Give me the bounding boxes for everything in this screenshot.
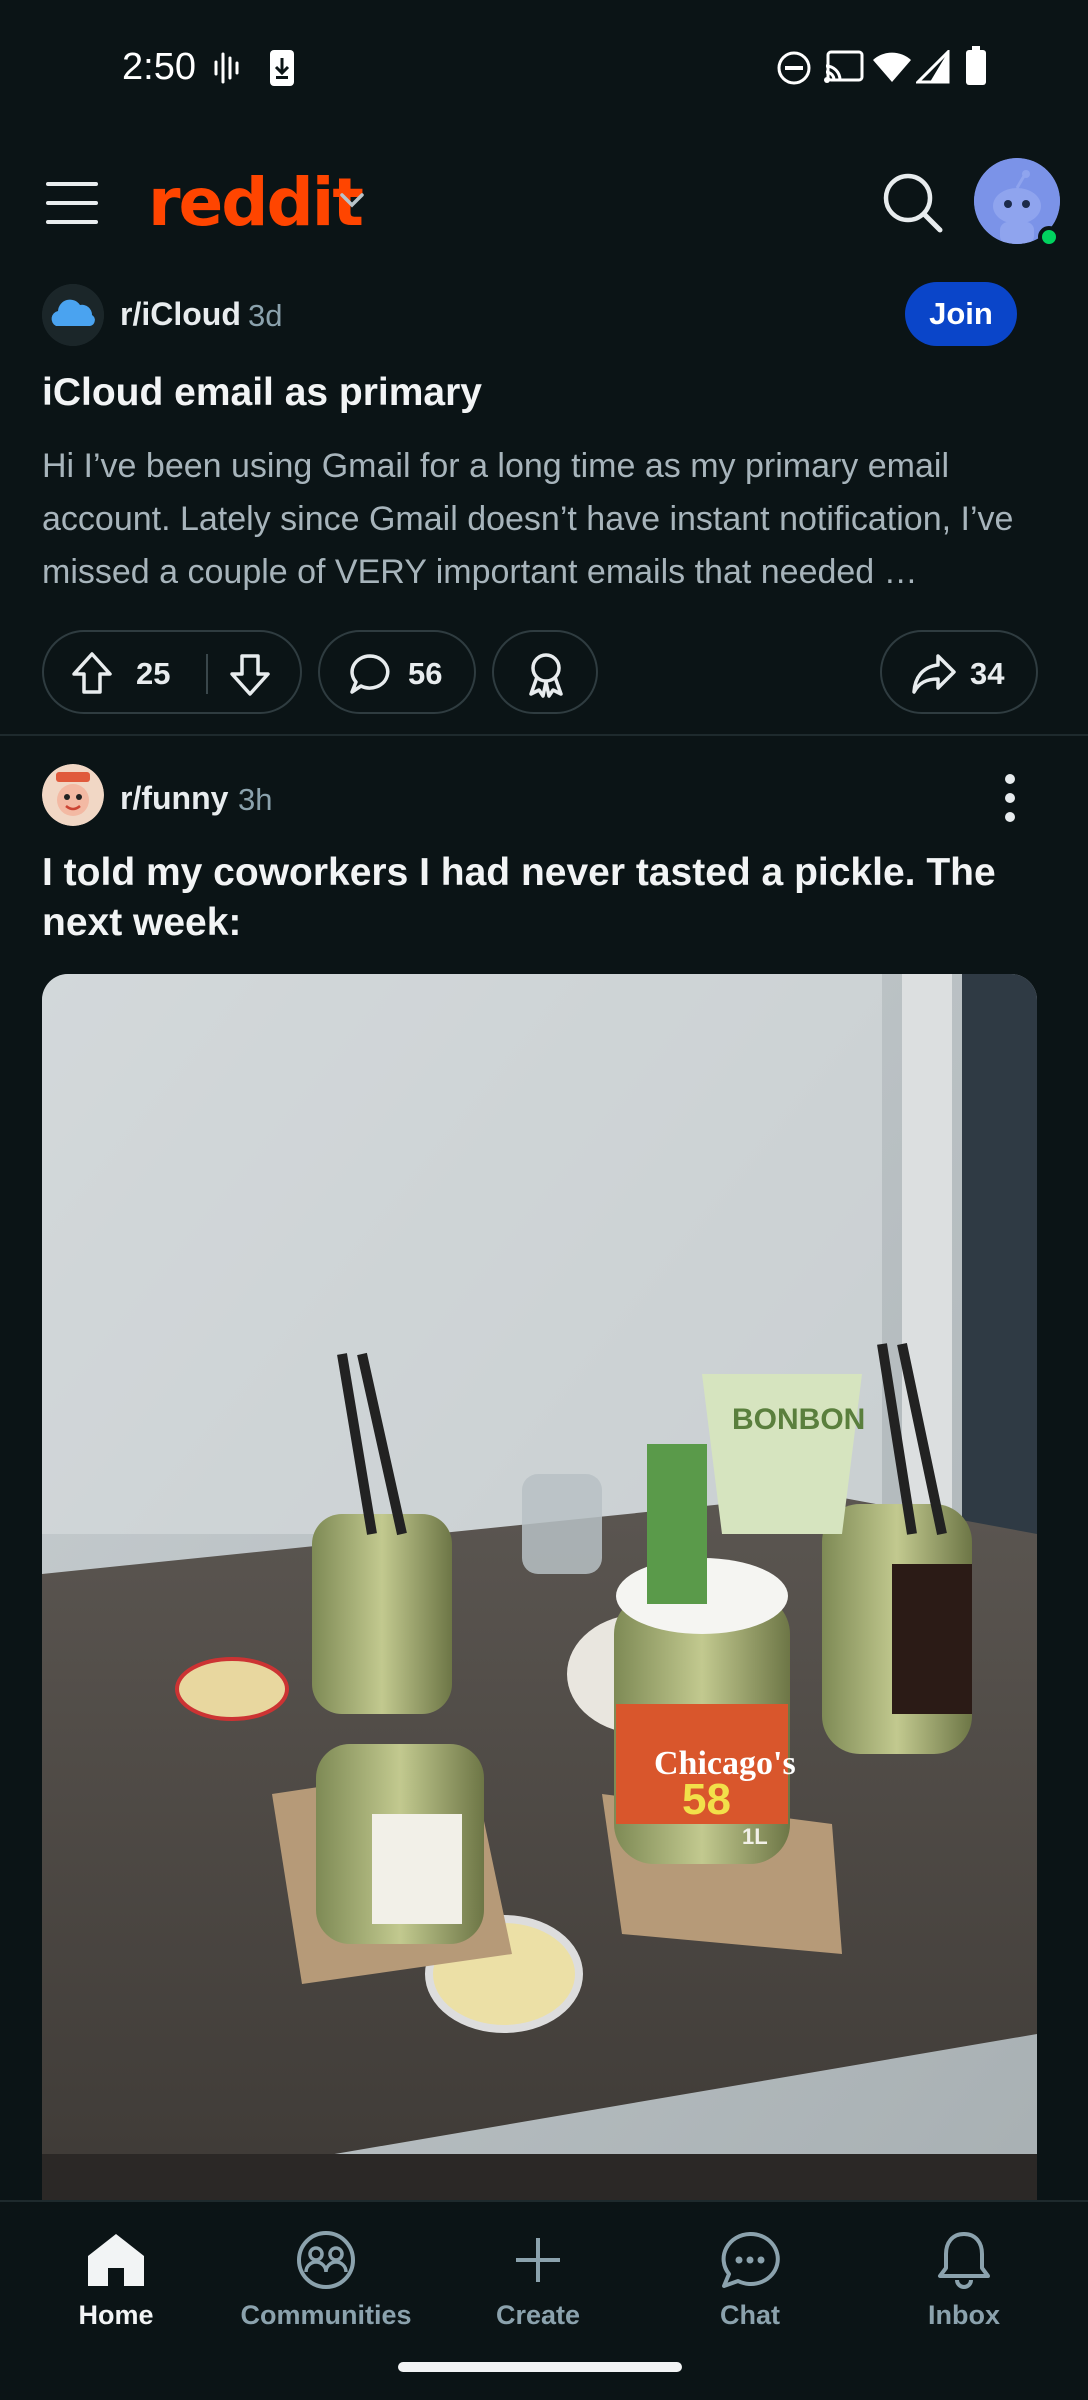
- subreddit-name[interactable]: r/iCloud: [120, 296, 241, 333]
- signal-icon: [914, 48, 950, 89]
- svg-text:BONBON: BONBON: [732, 1403, 865, 1436]
- status-time: 2:50: [122, 46, 196, 88]
- nav-inbox[interactable]: Inbox: [864, 2230, 1064, 2350]
- status-bar: 2:50: [0, 0, 1088, 130]
- vote-bar: 25: [42, 630, 302, 714]
- nav-chat[interactable]: Chat: [650, 2230, 850, 2350]
- nav-label: Communities: [240, 2300, 412, 2330]
- chevron-down-icon[interactable]: [338, 190, 366, 215]
- feed-post[interactable]: r/iCloud 3d Join iCloud email as primary…: [0, 280, 1088, 736]
- post-title[interactable]: iCloud email as primary: [42, 368, 1042, 418]
- svg-text:58: 58: [682, 1775, 731, 1824]
- upvote-count: 25: [136, 656, 171, 691]
- post-body[interactable]: Hi I’ve been using Gmail for a long time…: [42, 440, 1042, 599]
- brand-logo[interactable]: reddit: [148, 164, 364, 241]
- bell-icon: [938, 2232, 990, 2289]
- app-header: reddit: [0, 150, 1088, 260]
- share-button[interactable]: 34: [880, 630, 1038, 714]
- comment-count: 56: [408, 656, 443, 691]
- nav-label: Inbox: [928, 2300, 1000, 2330]
- nav-communities[interactable]: Communities: [226, 2230, 426, 2350]
- share-count: 34: [970, 656, 1005, 691]
- funny-subreddit-icon[interactable]: [42, 764, 104, 826]
- comments-button[interactable]: 56: [318, 630, 476, 714]
- subreddit-name[interactable]: r/funny: [120, 780, 228, 817]
- upvote-icon[interactable]: [70, 650, 114, 701]
- award-button[interactable]: [492, 630, 598, 714]
- nav-label: Home: [78, 2300, 154, 2330]
- award-icon: [524, 650, 568, 703]
- post-title[interactable]: I told my coworkers I had never tasted a…: [42, 848, 1042, 948]
- voicemail-wave-icon: [212, 50, 244, 91]
- icloud-icon[interactable]: [42, 284, 104, 346]
- search-icon[interactable]: [880, 170, 946, 236]
- svg-text:1L: 1L: [742, 1824, 768, 1849]
- battery-icon: [964, 46, 988, 91]
- more-options-icon[interactable]: [990, 774, 1030, 834]
- post-age: 3d: [248, 298, 283, 333]
- chat-icon: [721, 2231, 780, 2288]
- comment-icon: [348, 652, 392, 701]
- home-indicator[interactable]: [398, 2362, 682, 2372]
- post-age: 3h: [238, 782, 273, 817]
- nav-create[interactable]: Create: [438, 2230, 638, 2350]
- plus-icon: [516, 2238, 560, 2282]
- nav-label: Create: [495, 2300, 581, 2330]
- online-status-dot: [1038, 226, 1060, 248]
- home-icon: [88, 2234, 144, 2286]
- nav-home[interactable]: Home: [16, 2230, 216, 2350]
- feed-post[interactable]: r/funny 3h I told my coworkers I had nev…: [0, 740, 1088, 2204]
- post-image[interactable]: BONBON Chicago's 58 1L: [42, 974, 1037, 2204]
- nav-label: Chat: [720, 2300, 780, 2330]
- download-icon: [268, 48, 296, 93]
- cast-icon: [824, 50, 864, 89]
- communities-icon: [297, 2231, 355, 2289]
- wifi-icon: [872, 50, 912, 89]
- vote-divider: [206, 654, 208, 694]
- downvote-icon[interactable]: [228, 652, 272, 703]
- menu-icon[interactable]: [46, 182, 98, 224]
- do-not-disturb-icon: [776, 50, 812, 91]
- join-button[interactable]: Join: [905, 282, 1017, 346]
- share-icon: [910, 652, 958, 701]
